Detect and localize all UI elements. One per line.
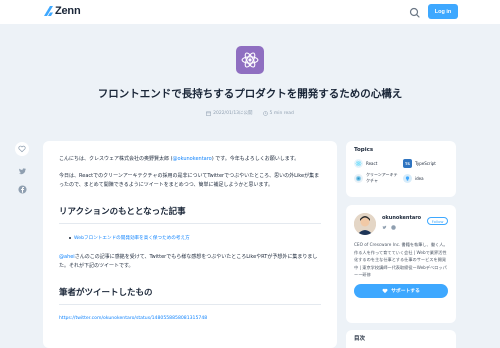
github-icon[interactable] [391,225,396,230]
topics-list: React TS TypeScript クリーンアーキテクチャ idea [354,159,448,184]
search-button[interactable] [408,5,422,19]
read-time: 5 min read [262,110,294,116]
author-bio: CEO of Crescware Inc. 書籍を執筆し、働く人。作る人を作って… [354,242,448,277]
topic-label: TypeScript [415,161,436,166]
article-body: こんにちは、クレスウェア株式会社の奥野賢太郎 (@okunokentaro) で… [43,141,337,348]
topic-typescript[interactable]: TS TypeScript [403,159,448,168]
author-card: okunokentaro Follow CEO of Crescware Inc… [346,205,456,323]
topic-clean-architecture[interactable]: クリーンアーキテクチャ [354,172,399,184]
intro-text-post: ) です。今年もよろしくお願いします。 [211,156,300,162]
follow-button[interactable]: Follow [427,217,448,225]
clock-icon [262,110,268,116]
heading-tweets: 筆者がツイートしたもの [59,286,321,305]
facebook-share-button[interactable] [17,184,27,194]
topics-title: Topics [354,147,374,153]
logo-text: Zenn [55,5,81,17]
topics-card: Topics React TS TypeScript クリーンアーキテクチャ i… [346,141,456,197]
avatar[interactable] [354,213,376,235]
topic-react[interactable]: React [354,159,399,168]
article-title: フロントエンドで長持ちするプロダクトを開発するための心構え [97,88,403,100]
author-social-links [382,225,421,230]
twitter-icon[interactable] [382,225,387,230]
architecture-icon [354,173,363,183]
side-actions [15,142,29,194]
zenn-logo[interactable]: Zenn [44,5,81,17]
topic-label: idea [415,175,424,181]
list-item: Webフロントエンドの開発効率を高く保つための考え方 [69,235,321,241]
read-time-text: 5 min read [269,110,294,116]
paragraph-3: @aheiさんのこの記事に感銘を受けて、Twitterでもら様な感想をつぶやいた… [59,253,321,272]
intro-text-pre: こんにちは、クレスウェア株式会社の奥野賢太郎 ( [59,156,173,162]
intro-paragraph: こんにちは、クレスウェア株式会社の奥野賢太郎 (@okunokentaro) で… [59,155,321,165]
support-label: サポートする [391,289,420,294]
author-info: okunokentaro [382,213,421,230]
search-icon [409,7,420,18]
published-text: 2022/01/13に公開 [213,111,253,116]
twitter-share-button[interactable] [17,166,27,176]
ahei-link[interactable]: @ahei [59,254,75,260]
calendar-icon [206,111,211,116]
published-date: 2022/01/13に公開 [206,110,253,116]
paragraph-2: 今日は、Reactでのクリーンアーキテクチャの採用の是非についてTwitterで… [59,172,320,189]
atom-icon [236,46,264,74]
tweet-url-link[interactable]: https://twitter.com/okunokentaro/status/… [59,316,321,321]
referenced-article-link[interactable]: Webフロントエンドの開発効率を高く保つための考え方 [74,235,190,241]
toc-card: 目次 [346,330,456,348]
heart-icon [18,145,26,153]
author-row: okunokentaro Follow [354,213,448,235]
article-meta: 2022/01/13に公開 5 min read [180,110,320,116]
heading-reaction-source: リアクションのもととなった記事 [59,205,321,224]
twitter-icon [18,167,26,174]
bullet [69,236,71,239]
top-header: Zenn Log in [0,0,500,24]
paragraph-3-text: さんのこの記事に感銘を受けて、Twitterでもら様な感想をつぶやいたところLi… [59,253,318,270]
login-button[interactable]: Log in [428,4,458,19]
author-name[interactable]: okunokentaro [382,215,421,221]
facebook-icon [17,184,27,194]
author-handle-link[interactable]: @okunokentaro [173,156,212,162]
topic-label: React [366,161,378,166]
like-button[interactable] [15,142,29,156]
toc-title: 目次 [354,336,366,342]
topic-label: クリーンアーキテクチャ [366,172,398,183]
bulb-icon [403,173,412,183]
heart-icon [382,288,388,293]
react-icon [354,159,363,168]
topic-idea[interactable]: idea [403,172,448,184]
support-button[interactable]: サポートする [354,283,448,298]
zenn-logo-icon [44,6,53,16]
typescript-icon: TS [403,159,412,168]
